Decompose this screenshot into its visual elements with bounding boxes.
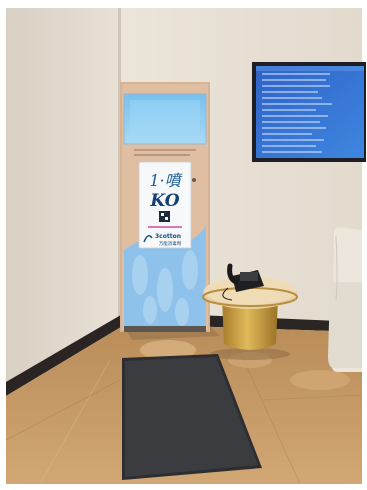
- poster-line1: 1·噴: [149, 171, 182, 190]
- wall-tv: [252, 62, 366, 162]
- poster-line2: KO: [149, 191, 179, 211]
- poster-brand: 3cotton: [155, 233, 181, 240]
- disinfectant-kiosk: 1·噴 KO 3cotton 万能消毒劑: [120, 82, 210, 332]
- photo-scene: 1·噴 KO 3cotton 万能消毒劑: [0, 0, 367, 490]
- poster-qr-icon: [159, 211, 170, 222]
- scene-svg: 1·噴 KO 3cotton 万能消毒劑: [0, 0, 367, 490]
- poster-tagline: 万能消毒劑: [159, 240, 182, 247]
